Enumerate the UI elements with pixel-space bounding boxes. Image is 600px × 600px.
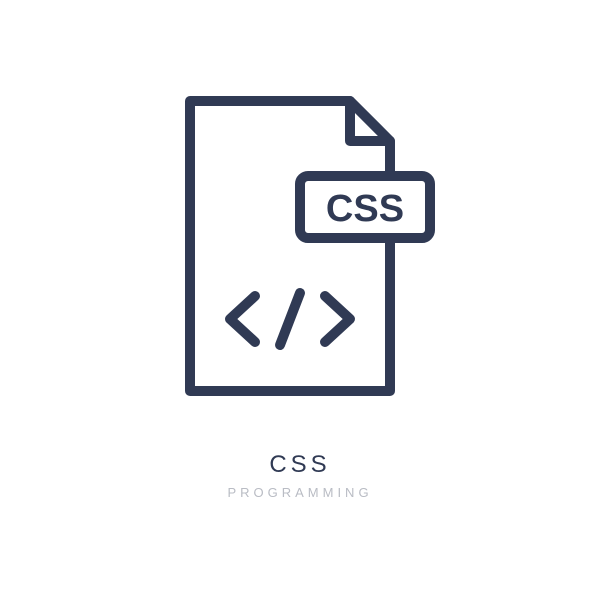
icon-subtitle: PROGRAMMING (227, 485, 372, 500)
icon-title: CSS (269, 451, 330, 479)
css-file-icon: CSS (150, 81, 450, 411)
badge-text: CSS (326, 188, 404, 230)
